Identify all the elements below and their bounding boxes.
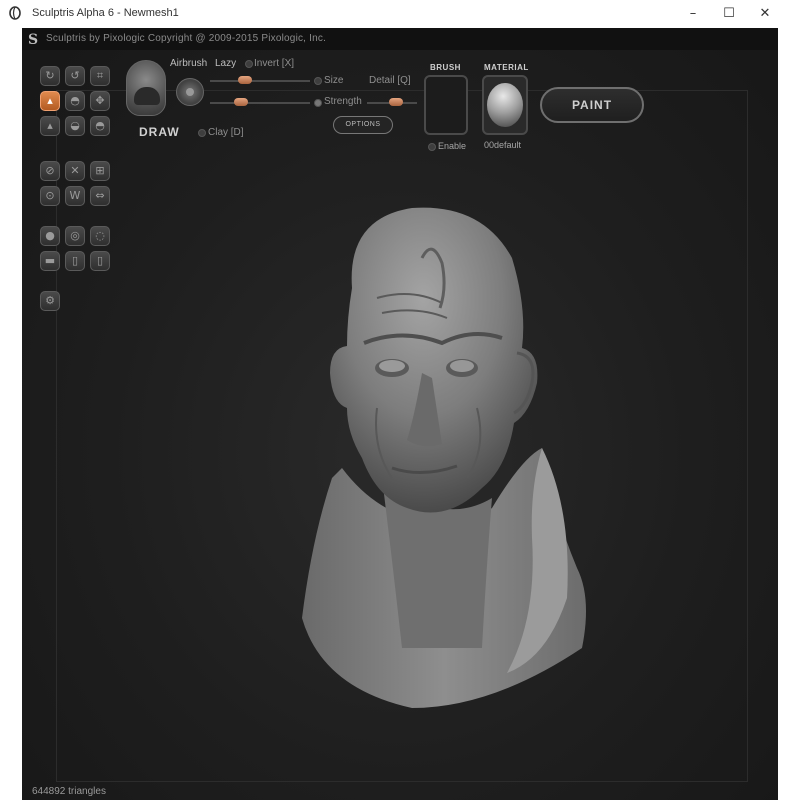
tool-palette: ↻ ↺ ⌗ ▴ ◓ ✥ ▴ ◒ ◓ ⊘ ✕ ⊞ ⊙ W ⇔ ● ◎ ◌ ▬ ▯ ▯ ⚙ (36, 66, 110, 340)
lock-icon: ▯ (71, 254, 79, 267)
brush-name-label: DRAW (139, 125, 180, 139)
tool-inflate[interactable]: ◓ (65, 91, 85, 111)
grid-icon: ⊞ (95, 164, 105, 177)
tool-settings[interactable]: ⚙ (40, 291, 60, 311)
inflate-icon: ◓ (70, 94, 80, 107)
size-slider-knob[interactable] (238, 76, 252, 84)
tool-subdivide[interactable]: ◎ (65, 226, 85, 246)
size-indicator (314, 77, 322, 85)
strength-indicator (314, 99, 322, 107)
grab-icon: ⊘ (45, 164, 55, 177)
sphere-icon: ● (45, 229, 55, 242)
brush-panel-title: BRUSH (430, 63, 461, 72)
size-slider-track[interactable] (210, 80, 310, 82)
symmetry-icon: ⊙ (45, 189, 55, 202)
window-title: Sculptris Alpha 6 - Newmesh1 (32, 7, 179, 19)
tool-reduce[interactable]: ◌ (90, 226, 110, 246)
options-button[interactable]: OPTIONS (333, 116, 393, 134)
copyright-text: Sculptris by Pixologic Copyright @ 2009-… (46, 33, 327, 44)
tool-symmetry[interactable]: ⊙ (40, 186, 60, 206)
pinch-icon: ▴ (47, 119, 53, 132)
tool-grab[interactable]: ⊘ (40, 161, 60, 181)
tool-grid[interactable]: ⊞ (90, 161, 110, 181)
triangle-count: 644892 triangles (32, 786, 106, 797)
strength-label: Strength (324, 96, 362, 107)
sculptris-app: S Sculptris by Pixologic Copyright @ 200… (22, 28, 778, 800)
mirror-icon: ⇔ (95, 189, 105, 202)
flatten-icon: ◓ (95, 119, 105, 132)
refresh-icon: ↺ (70, 69, 80, 82)
sculpted-bust[interactable] (292, 178, 592, 708)
settings-icon: ⚙ (45, 294, 55, 307)
wireframe-icon: W (69, 189, 81, 202)
tool-plane[interactable]: ▬ (40, 251, 60, 271)
close-button[interactable]: ✕ (752, 3, 778, 25)
reduce-icon: ◌ (95, 229, 105, 242)
tool-crop[interactable]: ⌗ (90, 66, 110, 86)
clay-checkbox[interactable] (198, 129, 206, 137)
invert-label: Invert [X] (254, 58, 295, 69)
mask-icon: ▯ (96, 254, 104, 267)
rotate-icon: ↻ (45, 69, 55, 82)
brush-texture-slot[interactable] (424, 75, 468, 135)
material-panel-title: MATERIAL (484, 63, 529, 72)
draw-brush-icon: ▴ (47, 94, 53, 107)
tool-rotate[interactable]: ↻ (40, 66, 60, 86)
detail-slider-knob[interactable] (389, 98, 403, 106)
strength-slider-track[interactable] (210, 102, 310, 104)
crop-icon: ⌗ (96, 69, 104, 82)
paint-button[interactable]: PAINT (540, 87, 644, 123)
plane-icon: ▬ (44, 254, 56, 267)
tool-sphere[interactable]: ● (40, 226, 60, 246)
tool-smooth[interactable]: ◒ (65, 116, 85, 136)
tool-refresh[interactable]: ↺ (65, 66, 85, 86)
maximize-button[interactable]: ☐ (716, 3, 742, 25)
clay-label: Clay [D] (208, 127, 244, 138)
material-slot[interactable] (482, 75, 528, 135)
app-header: S Sculptris by Pixologic Copyright @ 200… (22, 28, 778, 50)
tool-draw[interactable]: ▴ (40, 91, 60, 111)
minimize-button[interactable]: – (680, 3, 706, 25)
tool-mask[interactable]: ▯ (90, 251, 110, 271)
crease-icon: ✕ (70, 164, 80, 177)
size-label: Size (324, 75, 344, 86)
tool-pinch[interactable]: ▴ (40, 116, 60, 136)
strength-slider-knob[interactable] (234, 98, 248, 106)
detail-label: Detail [Q] (369, 75, 411, 86)
app-logo-icon (9, 6, 21, 20)
smooth-icon: ◒ (70, 119, 80, 132)
subdivide-icon: ◎ (70, 229, 80, 242)
tool-mirror[interactable]: ⇔ (90, 186, 110, 206)
tool-lock[interactable]: ▯ (65, 251, 85, 271)
airbrush-label[interactable]: Airbrush (170, 58, 207, 69)
airbrush-toggle[interactable] (176, 78, 204, 106)
tool-wireframe[interactable]: W (65, 186, 85, 206)
tool-flatten[interactable]: ◓ (90, 116, 110, 136)
brush-enable-checkbox[interactable] (428, 143, 436, 151)
material-sphere-icon (487, 83, 523, 127)
tool-crease[interactable]: ✕ (65, 161, 85, 181)
material-name: 00default (484, 140, 522, 150)
brush-preview-icon[interactable] (126, 60, 166, 116)
sculptris-logo-icon: S (28, 32, 39, 48)
lazy-label[interactable]: Lazy (215, 58, 236, 69)
invert-checkbox[interactable] (245, 60, 253, 68)
window-titlebar: Sculptris Alpha 6 - Newmesh1 – ☐ ✕ (0, 0, 800, 28)
move-icon: ✥ (95, 94, 105, 107)
tool-move[interactable]: ✥ (90, 91, 110, 111)
brush-enable-label: Enable (438, 141, 467, 151)
